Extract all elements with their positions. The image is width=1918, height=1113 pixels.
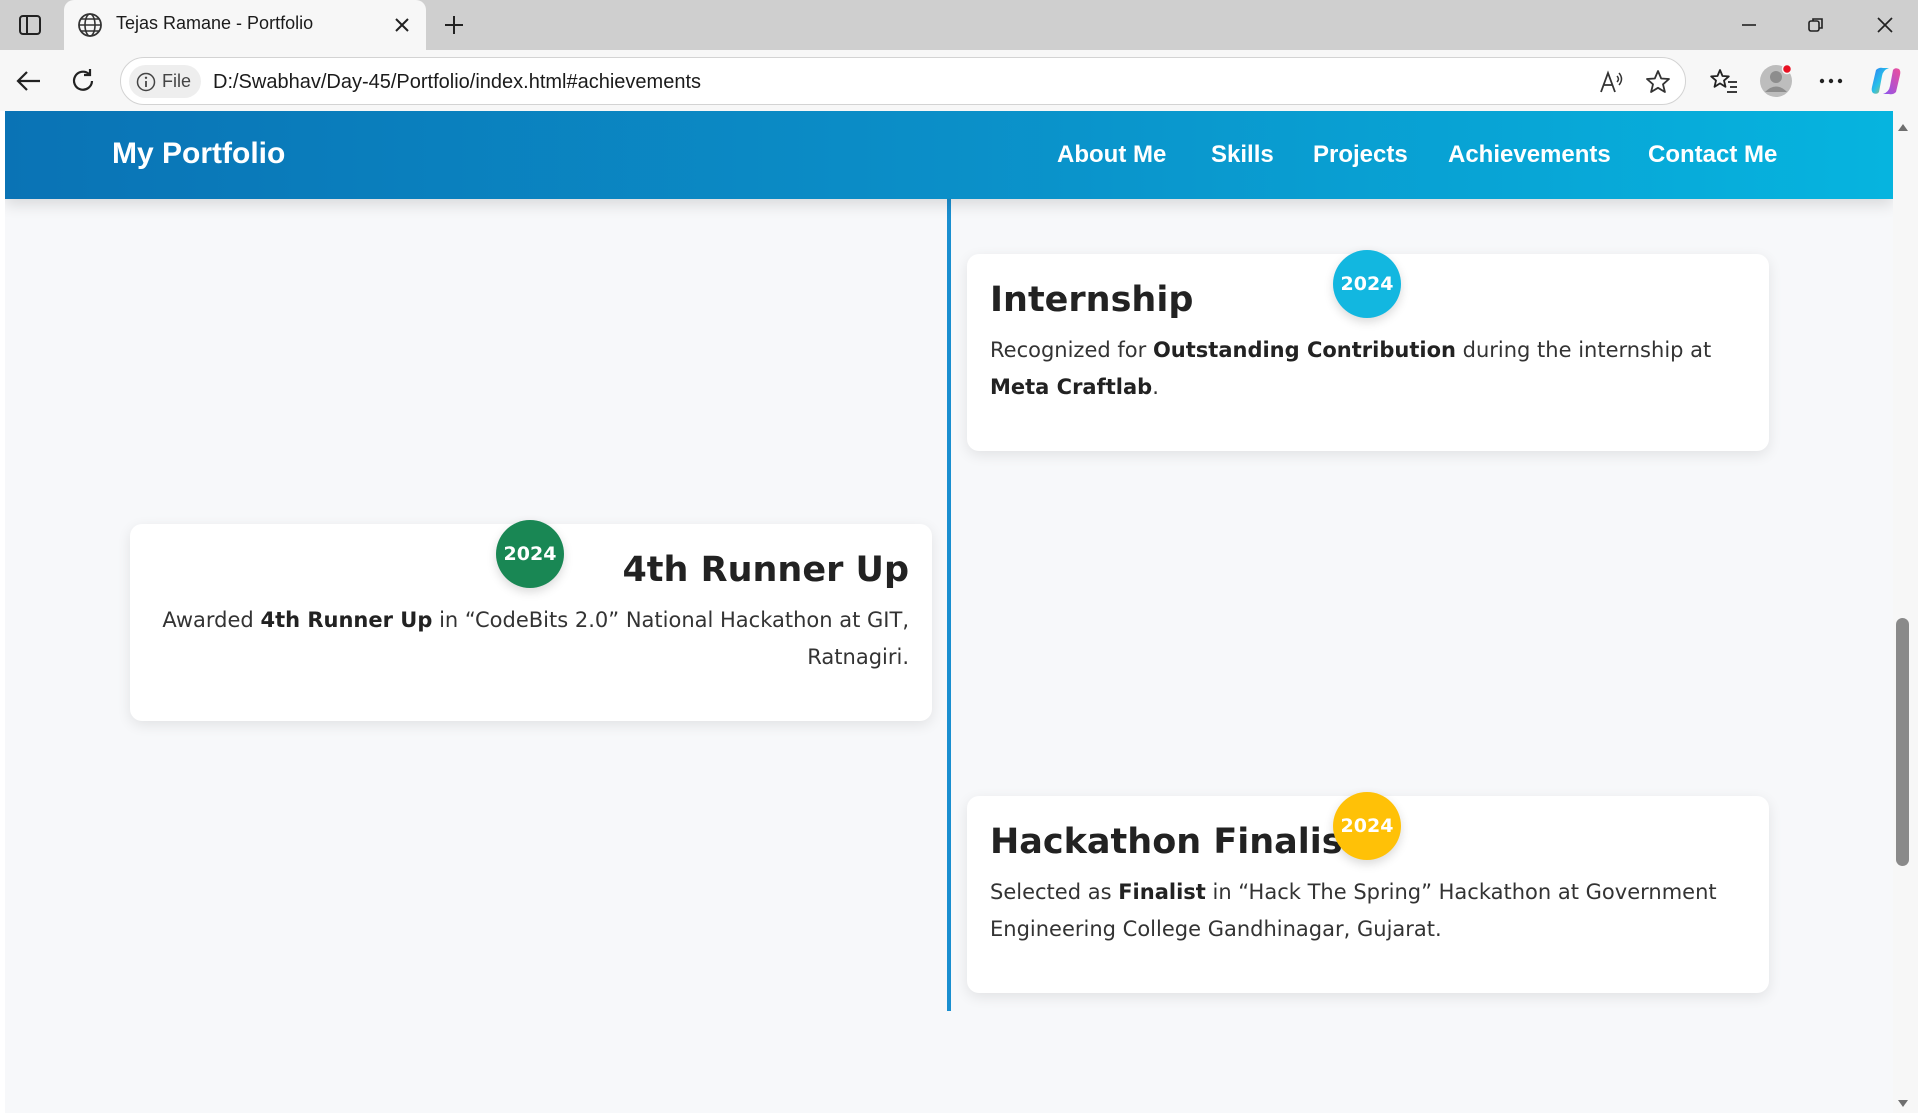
globe-icon <box>77 12 103 38</box>
star-icon[interactable] <box>1643 67 1673 97</box>
address-bar[interactable]: File D:/Swabhav/Day-45/Portfolio/index.h… <box>120 57 1686 105</box>
year-badge: 2024 <box>496 520 564 588</box>
card-description: Awarded 4th Runner Up in “CodeBits 2.0” … <box>162 608 909 669</box>
profile-avatar-icon[interactable] <box>1757 62 1795 100</box>
nav-link-skills[interactable]: Skills <box>1211 141 1274 169</box>
card-title: 4th Runner Up <box>622 550 909 590</box>
browser-toolbar: File D:/Swabhav/Day-45/Portfolio/index.h… <box>0 50 1918 111</box>
scrollbar-thumb[interactable] <box>1896 618 1909 866</box>
achievement-card-hackathon-finalist: 2024 Hackathon Finalist Selected as Fina… <box>967 792 1769 993</box>
nav-link-contact-me[interactable]: Contact Me <box>1648 141 1777 169</box>
card-description: Recognized for Outstanding Contribution … <box>990 338 1712 399</box>
nav-link-about-me[interactable]: About Me <box>1057 141 1166 169</box>
plus-icon[interactable] <box>438 9 470 41</box>
card-title: Hackathon Finalist <box>990 822 1360 862</box>
browser-tab[interactable]: Tejas Ramane - Portfolio <box>64 0 426 52</box>
tab-title: Tejas Ramane - Portfolio <box>116 13 314 33</box>
page-scrollbar[interactable] <box>1893 111 1918 1113</box>
scroll-up-icon[interactable] <box>1896 120 1910 134</box>
url-text[interactable]: D:/Swabhav/Day-45/Portfolio/index.html#a… <box>213 71 701 94</box>
page-viewport: My Portfolio About Me Skills Projects Ac… <box>5 111 1893 1113</box>
site-brand[interactable]: My Portfolio <box>112 137 285 171</box>
achievement-card-4th-runner-up: 2024 4th Runner Up Awarded 4th Runner Up… <box>130 520 932 721</box>
copilot-icon[interactable] <box>1867 62 1905 100</box>
year-badge: 2024 <box>1333 250 1401 318</box>
read-aloud-icon[interactable] <box>1597 67 1627 97</box>
reload-icon[interactable] <box>64 62 102 100</box>
more-icon[interactable] <box>1812 62 1850 100</box>
nav-link-projects[interactable]: Projects <box>1313 141 1408 169</box>
achievement-card-internship: 2024 Internship Recognized for Outstandi… <box>967 250 1769 451</box>
site-info-chip[interactable]: File <box>129 65 201 98</box>
tab-actions-icon[interactable] <box>14 11 46 39</box>
site-navbar: My Portfolio About Me Skills Projects Ac… <box>5 111 1893 199</box>
year-badge: 2024 <box>1333 792 1401 860</box>
window-close-icon[interactable] <box>1860 8 1910 42</box>
info-icon <box>136 72 156 92</box>
restore-icon[interactable] <box>1791 8 1841 42</box>
back-arrow-icon[interactable] <box>10 62 48 100</box>
card-title: Internship <box>990 280 1194 320</box>
site-chip-label: File <box>162 71 192 91</box>
card-description: Selected as Finalist in “Hack The Spring… <box>990 880 1717 941</box>
favorites-icon[interactable] <box>1705 62 1743 100</box>
scroll-down-icon[interactable] <box>1896 1097 1910 1111</box>
nav-link-achievements[interactable]: Achievements <box>1448 141 1611 169</box>
browser-tab-bar: Tejas Ramane - Portfolio <box>0 0 1918 52</box>
timeline-line <box>947 199 951 1011</box>
close-icon[interactable] <box>390 13 414 37</box>
minimize-icon[interactable] <box>1724 8 1774 42</box>
